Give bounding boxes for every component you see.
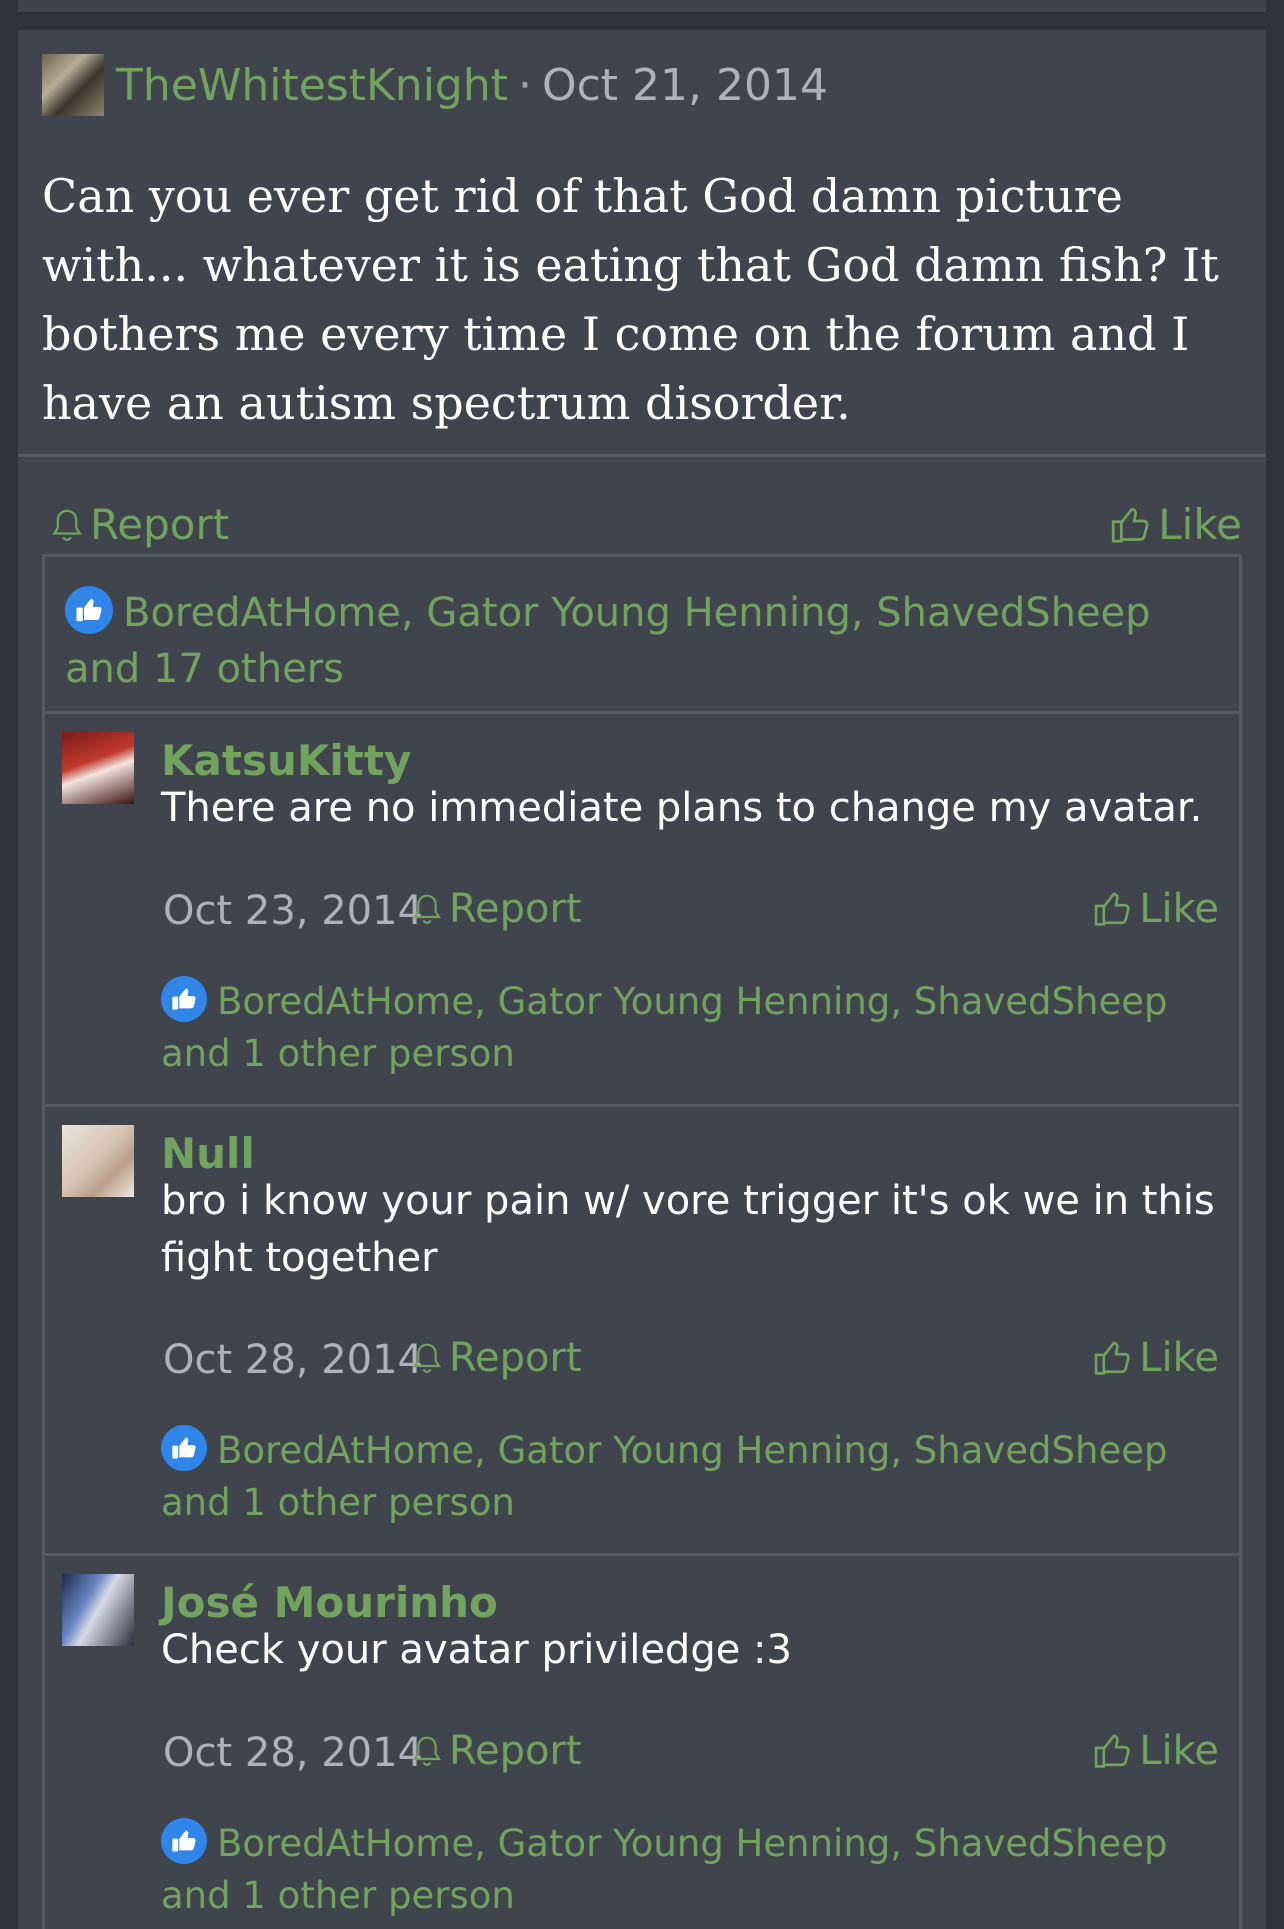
comment-item: KatsuKitty There are no immediate plans …	[45, 711, 1239, 1104]
bell-icon	[413, 1736, 441, 1766]
thumbs-up-badge-icon	[65, 586, 113, 634]
comment-like-button[interactable]: Like	[1093, 886, 1219, 932]
like-label: Like	[1139, 886, 1219, 932]
comment-item: José Mourinho Check your avatar priviled…	[45, 1553, 1239, 1929]
comment-like-button[interactable]: Like	[1093, 1728, 1219, 1774]
report-button[interactable]: Report	[50, 500, 229, 549]
bell-icon	[52, 509, 82, 541]
avatar[interactable]	[42, 54, 104, 116]
like-label: Like	[1139, 1728, 1219, 1774]
comment-likes-summary[interactable]: BoredAtHome, Gator Young Henning, Shaved…	[161, 1818, 1231, 1922]
comment-report-button[interactable]: Report	[411, 1728, 582, 1774]
avatar[interactable]	[62, 732, 134, 804]
thumbs-up-badge-icon	[161, 1818, 207, 1864]
comment-text: There are no immediate plans to change m…	[161, 785, 1203, 831]
report-label: Report	[449, 1728, 582, 1774]
previous-post-edge	[18, 0, 1266, 14]
like-label: Like	[1139, 1335, 1219, 1381]
thumbs-up-badge-icon	[161, 976, 207, 1022]
comment-date[interactable]: Oct 28, 2014	[163, 1730, 423, 1776]
header-separator: ·	[517, 59, 532, 111]
likes-summary-text: BoredAtHome, Gator Young Henning, Shaved…	[161, 1429, 1168, 1524]
avatar[interactable]	[62, 1125, 134, 1197]
likes-summary-text: BoredAtHome, Gator Young Henning, Shaved…	[65, 590, 1151, 692]
bell-icon	[413, 1343, 441, 1373]
post-body: Can you ever get rid of that God damn pi…	[42, 169, 1219, 430]
thumbs-up-icon	[1095, 1341, 1130, 1375]
comment-text: Check your avatar priviledge :3	[161, 1627, 792, 1673]
report-label: Report	[90, 500, 230, 549]
comment-like-button[interactable]: Like	[1093, 1335, 1219, 1381]
post-divider	[18, 454, 1266, 457]
likes-summary-text: BoredAtHome, Gator Young Henning, Shaved…	[161, 980, 1168, 1075]
comment-report-button[interactable]: Report	[411, 886, 582, 932]
comment-likes-summary[interactable]: BoredAtHome, Gator Young Henning, Shaved…	[161, 976, 1231, 1080]
post-author[interactable]: TheWhitestKnight	[116, 60, 508, 111]
comment-report-button[interactable]: Report	[411, 1335, 582, 1381]
comment-item: Null bro i know your pain w/ vore trigge…	[45, 1104, 1239, 1553]
likes-summary[interactable]: BoredAtHome, Gator Young Henning, Shaved…	[65, 585, 1215, 697]
comment-likes-summary[interactable]: BoredAtHome, Gator Young Henning, Shaved…	[161, 1425, 1231, 1529]
post-date[interactable]: Oct 21, 2014	[542, 60, 828, 111]
thumbs-up-icon	[1095, 892, 1130, 926]
bell-icon	[413, 894, 441, 924]
comment-author[interactable]: KatsuKitty	[161, 736, 411, 785]
thumbs-up-icon	[1095, 1734, 1130, 1768]
report-label: Report	[449, 886, 582, 932]
avatar[interactable]	[62, 1574, 134, 1646]
comment-date[interactable]: Oct 28, 2014	[163, 1337, 423, 1383]
report-label: Report	[449, 1335, 582, 1381]
comment-author[interactable]: José Mourinho	[161, 1578, 498, 1627]
like-button[interactable]: Like	[1110, 500, 1242, 549]
likes-summary-text: BoredAtHome, Gator Young Henning, Shaved…	[161, 1822, 1168, 1917]
comment-date[interactable]: Oct 23, 2014	[163, 888, 423, 934]
comment-text: bro i know your pain w/ vore trigger it'…	[161, 1178, 1215, 1281]
likes-and-comments-box: BoredAtHome, Gator Young Henning, Shaved…	[42, 554, 1242, 1929]
thumbs-up-icon	[1112, 507, 1149, 543]
comment-author[interactable]: Null	[161, 1129, 255, 1178]
thumbs-up-badge-icon	[161, 1425, 207, 1471]
forum-post: TheWhitestKnight · Oct 21, 2014 Can you …	[18, 30, 1266, 1929]
like-label: Like	[1158, 500, 1242, 549]
post-header: TheWhitestKnight · Oct 21, 2014	[42, 54, 828, 116]
